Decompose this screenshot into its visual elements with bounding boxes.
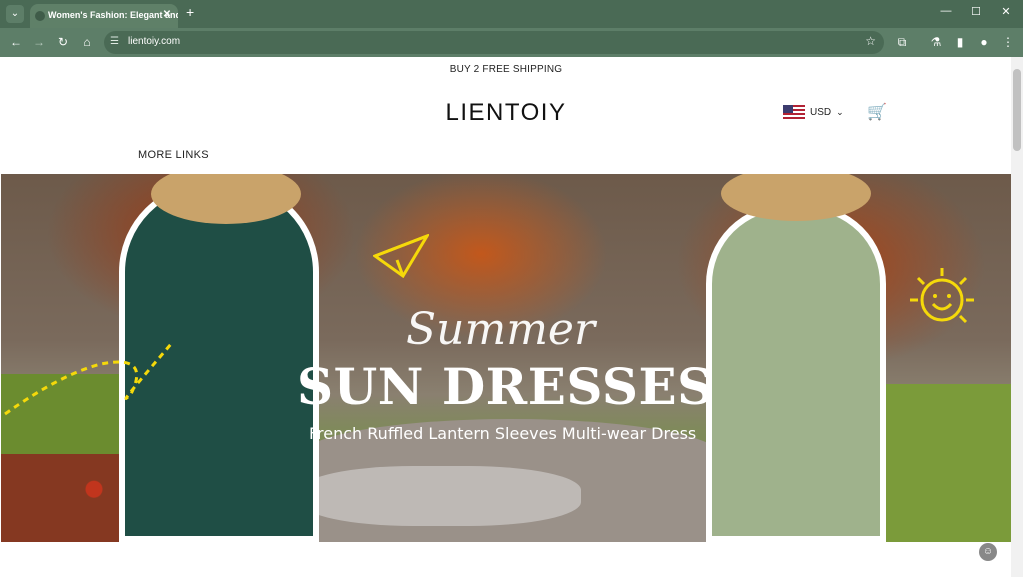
hero-title: SUN DRESSES [297,357,714,416]
close-icon[interactable]: ✕ [160,4,174,26]
model-right-hat [721,174,871,221]
minimize-icon[interactable]: — [936,5,956,17]
hero-script-title: Summer [406,304,595,355]
favicon-icon [35,11,45,21]
back-icon[interactable]: ← [8,35,24,49]
page-content: BUY 2 FREE SHIPPING LIENTOIY USD ⌄ 🛒 MOR… [1,57,1011,577]
announcement-bar: BUY 2 FREE SHIPPING [449,64,563,75]
browser-tab[interactable]: Women's Fashion: Elegant and ✕ [30,4,178,28]
browser-tab-bar: ⌄ Women's Fashion: Elegant and ✕ + — ☐ ✕ [0,0,1023,28]
paper-plane-icon [373,234,429,278]
address-bar[interactable]: ☰ lientoiy.com ☆ [104,31,884,54]
store-logo[interactable]: LIENTOIY [1,99,1011,127]
new-tab-icon[interactable]: + [186,4,194,20]
model-right-image [706,204,886,542]
tab-search-icon[interactable]: ⌄ [6,5,24,23]
url-text: lientoiy.com [128,36,181,47]
maximize-icon[interactable]: ☐ [966,5,986,18]
close-window-icon[interactable]: ✕ [996,5,1016,18]
profile-icon[interactable]: ● [976,35,992,49]
hero-flowers-white [301,466,581,526]
page-scrollbar[interactable] [1011,57,1023,577]
menu-icon[interactable]: ⋮ [1000,35,1016,49]
smiling-sun-icon [910,268,974,324]
home-icon[interactable]: ⌂ [79,35,95,49]
reload-icon[interactable]: ↻ [55,35,71,49]
star-icon[interactable]: ☆ [865,34,876,48]
currency-label: USD [810,106,832,118]
us-flag-icon [783,105,805,119]
extensions-icon[interactable]: ⧉ [894,35,910,49]
labs-icon[interactable]: ⚗ [928,35,944,49]
forward-icon[interactable]: → [31,35,47,49]
hero-subtitle: French Ruffled Lantern Sleeves Multi-wea… [309,424,697,443]
browser-toolbar: ← → ↻ ⌂ ☰ lientoiy.com ☆ ⧉ ⚗ ▮ ● ⋮ [0,28,1023,57]
dashed-swirl-left [4,343,173,416]
nav-more-links[interactable]: MORE LINKS [138,149,209,161]
scrollbar-thumb[interactable] [1013,69,1021,151]
cart-icon[interactable]: 🛒 [867,102,887,122]
site-settings-icon[interactable]: ☰ [110,36,119,47]
chevron-down-icon: ⌄ [836,106,844,117]
sidepanel-icon[interactable]: ▮ [952,35,968,49]
hero-banner[interactable]: Summer SUN DRESSES French Ruffled Lanter… [1,174,1011,542]
chat-widget-icon[interactable]: ☺ [979,543,997,561]
currency-selector[interactable]: USD ⌄ [783,105,844,119]
tab-title: Women's Fashion: Elegant and [48,10,178,20]
